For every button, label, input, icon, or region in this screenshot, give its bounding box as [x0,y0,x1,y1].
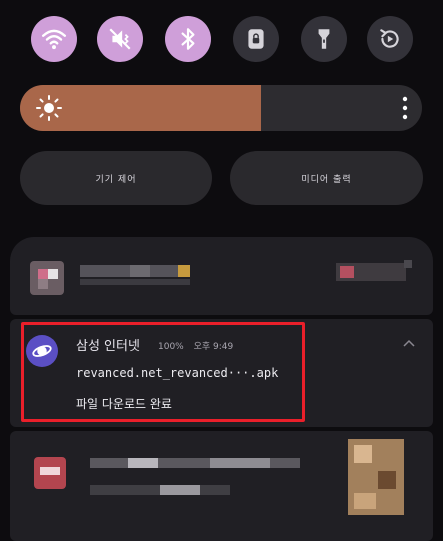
vibrate-mute-icon [109,28,131,50]
blurred-pixel [354,493,376,509]
notification-card-blurred[interactable] [10,237,433,315]
blurred-text [128,458,158,468]
media-output-button[interactable]: 미디어 출력 [230,151,423,205]
more-options-icon[interactable] [402,96,408,120]
blurred-pixel [38,279,48,289]
sound-mode-toggle[interactable] [97,16,143,62]
blurred-text [160,485,200,495]
flashlight-toggle[interactable] [301,16,347,62]
blurred-text [80,279,190,285]
blurred-pixel [38,269,48,279]
blurred-pixel [354,445,372,463]
flashlight-icon [318,29,330,49]
blurred-pixel [48,269,58,279]
chevron-up-icon[interactable] [403,339,415,347]
auto-rotate-icon [380,29,399,48]
blurred-text [210,458,270,468]
quick-settings-row [31,16,413,64]
highlight-box [21,322,305,422]
notification-card-blurred[interactable] [10,431,433,541]
device-control-label: 기기 제어 [95,174,137,185]
blurred-pixel [178,265,190,277]
bluetooth-toggle[interactable] [165,16,211,62]
lock-icon [248,29,264,49]
blurred-pixel [404,260,412,268]
blurred-pixel [378,471,396,489]
brightness-slider[interactable] [20,85,422,131]
blurred-text [130,265,150,277]
media-output-label: 미디어 출력 [301,174,352,185]
device-control-button[interactable]: 기기 제어 [20,151,212,205]
wifi-toggle[interactable] [31,16,77,62]
blurred-pixel [340,266,354,278]
rotation-lock-toggle[interactable] [233,16,279,62]
wifi-icon [41,29,67,50]
bluetooth-icon [181,28,195,50]
blurred-pixel [40,467,60,475]
auto-rotate-toggle[interactable] [367,16,413,62]
sun-icon [36,95,62,121]
